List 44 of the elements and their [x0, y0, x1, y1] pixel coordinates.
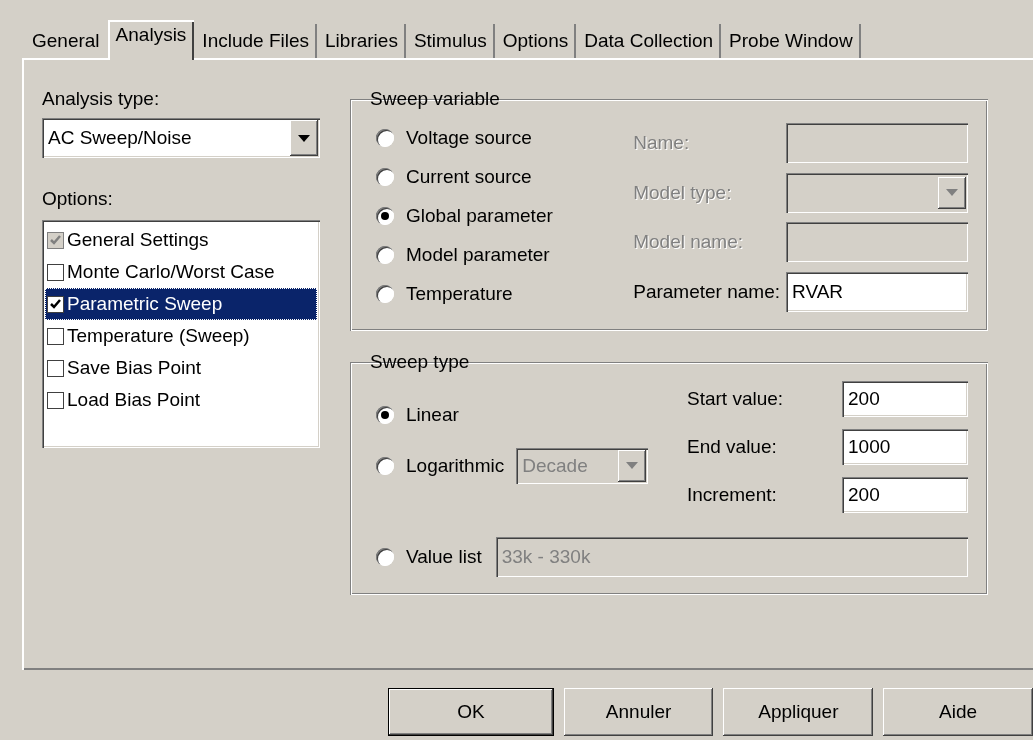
radio-icon[interactable]: [376, 456, 394, 475]
checkmark-icon: [49, 233, 62, 247]
field-label: Options:: [42, 188, 114, 210]
field-label: Parameter name:: [633, 281, 780, 304]
dialog-button[interactable]: OK: [388, 688, 554, 736]
radio-icon[interactable]: [376, 284, 394, 303]
radio-option[interactable]: Voltage source: [376, 118, 553, 157]
group-title: Sweep type: [369, 351, 471, 373]
radio-option[interactable]: Logarithmic: [376, 446, 505, 485]
option-item[interactable]: Temperature (Sweep): [45, 320, 317, 352]
tab[interactable]: Analysis: [107, 20, 195, 60]
field-label: Analysis type:: [42, 88, 161, 110]
option-item[interactable]: Parametric Sweep: [45, 288, 317, 320]
radio-icon[interactable]: [376, 167, 394, 186]
radio-option[interactable]: Current source: [376, 157, 553, 196]
analysis-type-dropdown[interactable]: AC Sweep/Noise: [42, 118, 320, 158]
radio-option[interactable]: Temperature: [376, 274, 553, 313]
radio-icon[interactable]: [376, 548, 394, 566]
field-label: Start value:: [687, 388, 785, 410]
option-item[interactable]: Save Bias Point: [45, 352, 317, 384]
field-label: Name:: [633, 131, 691, 154]
field-label: Increment:: [687, 484, 778, 506]
radio-icon[interactable]: [376, 245, 394, 264]
field-label: Model type:: [633, 181, 733, 204]
option-item[interactable]: Monte Carlo/Worst Case: [45, 256, 317, 288]
radio-option[interactable]: Linear: [376, 395, 649, 434]
input-field[interactable]: 200: [842, 381, 968, 417]
dialog-button[interactable]: Appliquer: [723, 688, 874, 736]
field-label: Model name:: [633, 231, 745, 254]
input-field[interactable]: RVAR: [786, 272, 968, 313]
radio-icon[interactable]: [376, 206, 394, 225]
radio-option[interactable]: Value list: [376, 537, 482, 577]
radio-icon[interactable]: [376, 128, 394, 147]
option-item[interactable]: Load Bias Point: [45, 384, 317, 416]
radio-option[interactable]: Model parameter: [376, 235, 553, 274]
radio-option[interactable]: Global parameter: [376, 196, 553, 235]
dialog-button[interactable]: Annuler: [563, 688, 714, 736]
field-label: End value:: [687, 436, 778, 458]
radio-icon[interactable]: [376, 405, 394, 424]
checkmark-icon: [49, 297, 62, 311]
input-field[interactable]: 200: [842, 477, 968, 513]
group-title: Sweep variable: [369, 88, 501, 110]
dialog-button[interactable]: Aide: [883, 688, 1033, 736]
input-field[interactable]: 1000: [842, 429, 968, 465]
